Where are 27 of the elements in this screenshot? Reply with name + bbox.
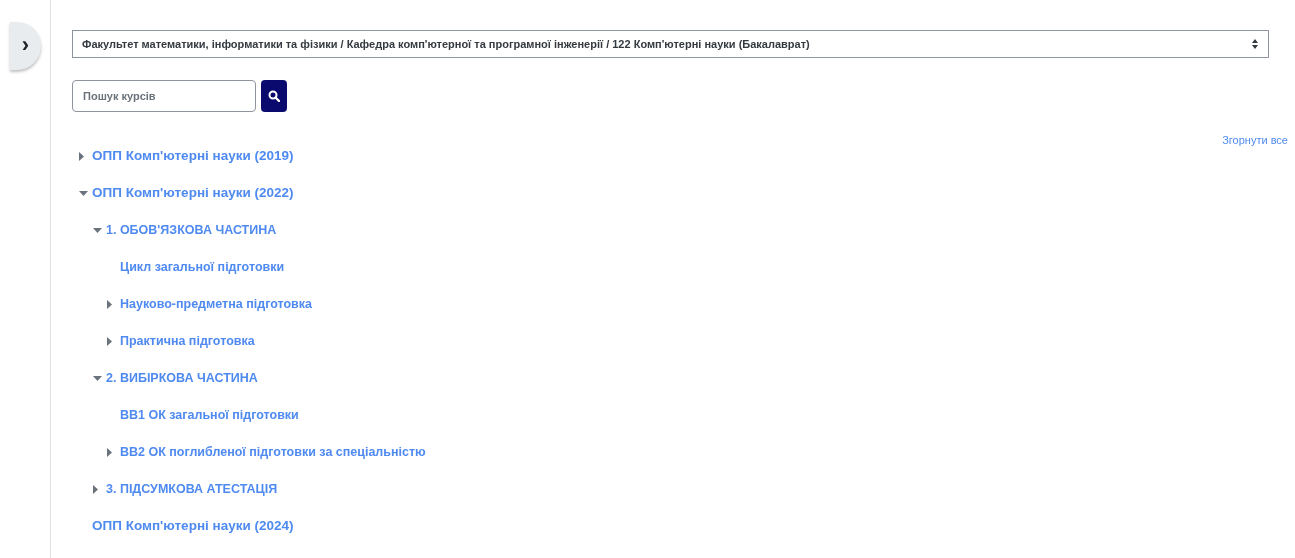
category-link[interactable]: Цикл загальної підготовки [120, 258, 285, 277]
caret-right-icon[interactable] [93, 485, 98, 494]
category-link[interactable]: 1. ОБОВ'ЯЗКОВА ЧАСТИНА [106, 221, 277, 240]
caret-down-icon[interactable] [93, 376, 102, 381]
caret-down-icon[interactable] [79, 191, 88, 196]
category-link[interactable]: ВВ2 ОК поглибленої підготовки за спеціальністю [120, 443, 426, 462]
category-link[interactable]: ОПП Комп'ютерні науки (2022) [92, 183, 294, 204]
category-link[interactable]: ВВ1 ОК загальної підготовки [120, 406, 299, 425]
category-link[interactable]: Науково-предметна підготовка [120, 295, 312, 314]
category-link[interactable]: 3. ПІДСУМКОВА АТЕСТАЦІЯ [106, 480, 278, 499]
caret-right-icon[interactable] [79, 152, 84, 161]
search-button[interactable] [261, 80, 287, 112]
category-link[interactable]: ОПП Комп'ютерні науки (2024) [92, 516, 294, 537]
sidebar-toggle-button[interactable]: › [10, 22, 41, 70]
caret-right-icon[interactable] [107, 337, 112, 346]
category-link[interactable]: ОПП Комп'ютерні науки (2019) [92, 146, 294, 167]
caret-down-icon[interactable] [93, 228, 102, 233]
caret-right-icon[interactable] [107, 448, 112, 457]
caret-right-icon[interactable] [107, 300, 112, 309]
category-select[interactable]: Факультет математики, інформатики та фізики / Кафедра комп'ютерної та програмної інженерії / 122 Комп'ютерні науки (Бакалаврат) [72, 30, 1269, 58]
search-icon [268, 90, 280, 102]
sort-arrows-icon [1252, 39, 1258, 49]
category-link[interactable]: 2. ВИБІРКОВА ЧАСТИНА [106, 369, 258, 388]
collapse-all-link[interactable]: Згорнути все [1222, 133, 1288, 147]
search-field[interactable]: Пошук курсів [72, 80, 256, 112]
select-value: Факультет математики, інформатики та фізики / Кафедра комп'ютерної та програмної інженерії / 122 Комп'ютерні науки (Бакалаврат) [82, 36, 810, 52]
category-link[interactable]: Практична підготовка [120, 332, 255, 351]
